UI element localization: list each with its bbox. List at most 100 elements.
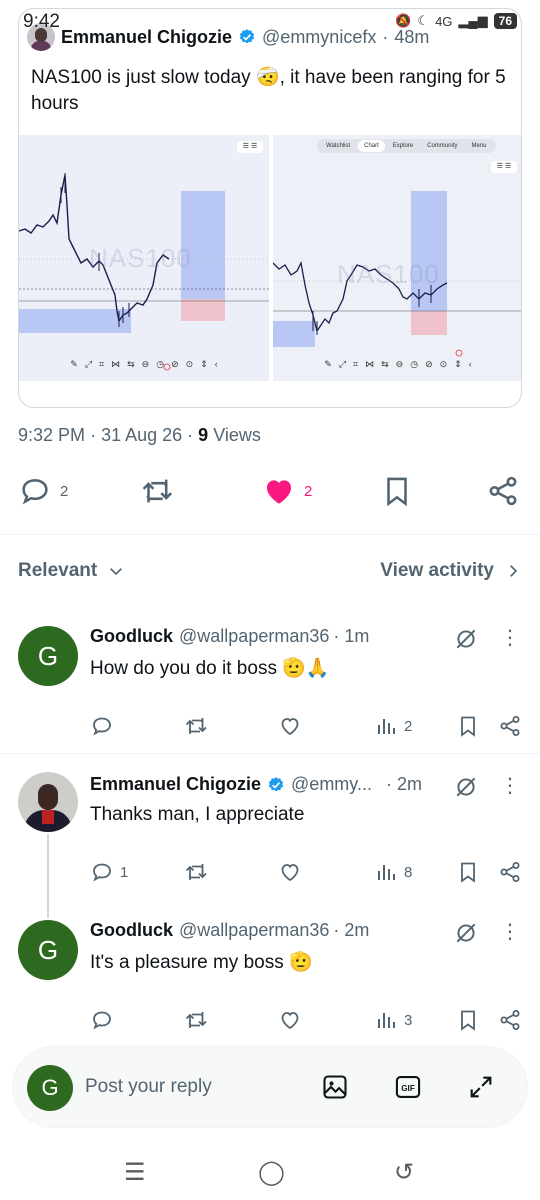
bookmark-icon [461, 716, 475, 737]
expand-icon[interactable] [467, 1073, 495, 1101]
share-button[interactable] [498, 860, 522, 884]
views-count: 8 [404, 863, 413, 881]
reply-button[interactable]: 1 [90, 860, 128, 884]
chart-drawing-toolbar: ✎ ⤢ ⌗ ⋈ ⇆ ⊖ ◷ ⊘ ⊙ ⇕ ‹ [324, 359, 472, 369]
author-name[interactable]: Emmanuel Chigozie [61, 27, 232, 48]
reply-post[interactable]: G Goodluck @wallpaperman36 · 1m ⋮ How do… [0, 620, 540, 750]
post-age: · 2m [385, 774, 422, 794]
thread-connector-line [47, 834, 49, 918]
share-icon [489, 476, 517, 506]
nav-watchlist: Watchlist [326, 143, 351, 149]
avatar: G [27, 1065, 73, 1111]
grok-icon[interactable] [453, 626, 479, 652]
like-button[interactable] [278, 1008, 302, 1032]
chart-settings-icon: ☰ ☰ [491, 161, 517, 173]
avatar[interactable]: G [18, 626, 78, 686]
author-name[interactable]: Goodluck [90, 920, 173, 941]
gif-icon[interactable]: GIF [394, 1073, 422, 1101]
reply-button[interactable]: 2 [18, 474, 68, 508]
reply-text: It's a pleasure my boss 🫡 [90, 952, 313, 973]
reply-count: 1 [120, 863, 129, 881]
post-action-bar: 2 2 [18, 474, 522, 512]
share-button[interactable] [498, 714, 522, 738]
bookmark-button[interactable] [456, 860, 480, 884]
heart-icon [281, 1012, 299, 1030]
grok-icon[interactable] [453, 774, 479, 800]
chart-drawing-toolbar: ✎ ⤢ ⌗ ⋈ ⇆ ⊖ ◷ ⊘ ⊙ ⇕ ‹ [70, 359, 218, 369]
chart-settings-icon: ☰ ☰ [237, 141, 263, 153]
chart-app-nav: Watchlist Chart Explore Community Menu [317, 139, 496, 153]
sort-dropdown[interactable]: Relevant [18, 560, 125, 582]
views-button[interactable]: 2 [374, 714, 412, 738]
post-meta: 9:32 PM · 31 Aug 26 · 9 Views [18, 425, 261, 445]
reply-input[interactable]: Post your reply [85, 1076, 212, 1098]
image-icon[interactable] [321, 1073, 349, 1101]
status-bar-time: 9:42 [23, 11, 60, 32]
view-activity-link[interactable]: View activity [380, 560, 522, 582]
grok-icon[interactable] [453, 920, 479, 946]
chart-image-left[interactable]: NAS100 ☰ ☰ ✎ ⤢ ⌗ ⋈ ⇆ ⊖ ◷ ⊘ ⊙ ⇕ ‹ [19, 135, 269, 381]
avatar[interactable] [18, 772, 78, 832]
reply-button[interactable] [90, 714, 120, 738]
verified-badge-icon [239, 29, 255, 44]
author-name[interactable]: Emmanuel Chigozie [90, 774, 261, 795]
chart-watermark: NAS100 [337, 259, 440, 289]
sort-label: Relevant [18, 560, 98, 581]
post-date: 31 Aug 26 [101, 425, 183, 445]
post-time: 9:32 PM [18, 425, 86, 445]
post-age: · 2m [333, 920, 370, 940]
reply-action-bar: 3 [90, 1008, 522, 1034]
view-activity-label: View activity [380, 560, 494, 581]
more-options-icon[interactable]: ⋮ [500, 628, 520, 648]
author-name[interactable]: Goodluck [90, 626, 173, 647]
repost-button[interactable] [140, 474, 174, 508]
author-handle: @wallpaperman36 [179, 920, 330, 940]
views-label[interactable]: Views [213, 425, 261, 445]
like-button[interactable] [278, 714, 302, 738]
chevron-down-icon [110, 568, 123, 576]
like-count: 2 [304, 482, 313, 500]
more-options-icon[interactable]: ⋮ [500, 922, 520, 942]
share-button[interactable] [498, 1008, 522, 1032]
bookmark-button[interactable] [456, 1008, 480, 1032]
system-navigation-bar: ☰ ◯ ↺ [0, 1148, 540, 1194]
repost-button[interactable] [184, 860, 208, 884]
more-options-icon[interactable]: ⋮ [500, 776, 520, 796]
author-handle: @emmynicefx [262, 26, 377, 47]
repost-icon [185, 864, 207, 880]
share-button[interactable] [486, 474, 520, 508]
repost-button[interactable] [184, 1008, 208, 1032]
reply-action-bar: 1 8 [90, 860, 522, 886]
analytics-icon [378, 865, 395, 880]
like-button[interactable]: 2 [262, 474, 312, 508]
chart-time-axis [19, 339, 269, 347]
chart-graphic [273, 191, 521, 357]
recent-apps-icon[interactable]: ☰ [124, 1158, 146, 1187]
reply-post[interactable]: G Goodluck @wallpaperman36 · 2m ⋮ It's a… [0, 914, 540, 1044]
reply-button[interactable] [90, 1008, 120, 1032]
like-button[interactable] [278, 860, 302, 884]
home-icon[interactable]: ◯ [258, 1158, 285, 1187]
analytics-icon [378, 1013, 395, 1028]
bookmark-button[interactable] [380, 474, 414, 508]
bookmark-button[interactable] [456, 714, 480, 738]
author-handle: @emmy... [291, 774, 372, 794]
reply-post[interactable]: Emmanuel Chigozie @emmy... · 2m ⋮ Thanks… [0, 770, 540, 900]
back-icon[interactable]: ↺ [394, 1158, 414, 1187]
reply-header: Emmanuel Chigozie @emmy... · 2m [90, 774, 422, 795]
heart-filled-icon [266, 480, 292, 504]
chart-image-right[interactable]: NAS100 Watchlist Chart Explore Community… [273, 135, 521, 381]
bookmark-icon [387, 477, 407, 507]
views-button[interactable]: 8 [374, 860, 412, 884]
reply-composer[interactable]: G Post your reply GIF [12, 1046, 528, 1128]
repost-button[interactable] [184, 714, 208, 738]
author-handle: @wallpaperman36 [179, 626, 330, 646]
share-icon [500, 1010, 520, 1030]
avatar[interactable]: G [18, 920, 78, 980]
reply-icon [93, 863, 111, 882]
reply-icon [22, 479, 48, 505]
quoted-post-card[interactable]: 9:42 🔕 ☾ 4G ▂▄▆ 76 Emmanuel Chigozie @em… [18, 8, 522, 408]
views-count: 9 [198, 425, 209, 445]
views-button[interactable]: 3 [374, 1008, 412, 1032]
repost-icon [185, 1012, 207, 1028]
